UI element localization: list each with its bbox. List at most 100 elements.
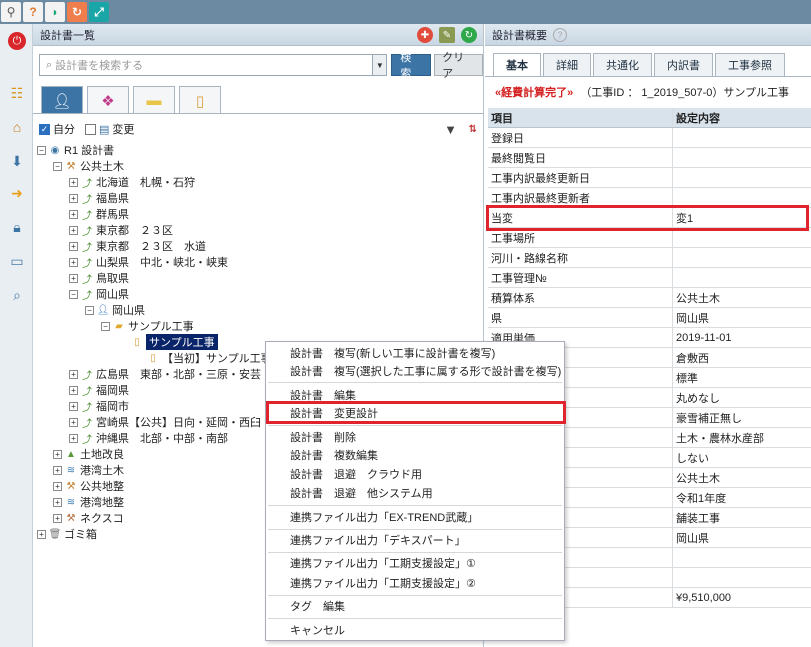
tree-node[interactable]: + ≋ 港湾土木 xyxy=(53,462,124,478)
grid-row[interactable]: 登録日 xyxy=(488,128,811,148)
grid-row[interactable]: 県岡山県 xyxy=(488,308,811,328)
grid-row[interactable]: 積算体系 公共土木 xyxy=(488,288,811,308)
expand-toggle[interactable]: + xyxy=(69,273,78,283)
expand-toggle[interactable]: + xyxy=(69,401,78,411)
tree-node[interactable]: − 👤︎ 岡山県 xyxy=(85,302,145,318)
tree-node[interactable]: + ⚒ 公共地整 xyxy=(53,478,124,494)
expand-toggle[interactable]: + xyxy=(53,465,62,475)
tab-reference[interactable]: 工事参照 xyxy=(715,53,785,76)
collapse-toggle[interactable]: − xyxy=(37,145,46,155)
tree-node[interactable]: + ⤴ 宮崎県【公共】日向・延岡・西臼 xyxy=(69,414,261,430)
grid-row[interactable]: 工事管理№ xyxy=(488,268,811,288)
tree-node[interactable]: + ⤴ 北海道 札幌・石狩 xyxy=(69,174,195,190)
expand-toggle[interactable]: + xyxy=(69,225,78,235)
tab-group[interactable]: ❖ xyxy=(87,86,129,114)
menu-item-tag-edit[interactable]: タグ 編集 xyxy=(290,597,345,615)
search-button[interactable]: 検索 xyxy=(391,52,432,80)
tree-node[interactable]: + ⚒ ネクスコ xyxy=(53,510,124,526)
grid-row[interactable]: 河川・路線名称 xyxy=(488,248,811,268)
expand-toggle[interactable]: + xyxy=(69,241,78,251)
tree-node[interactable]: + ▲ 土地改良 xyxy=(53,446,124,462)
expand-toggle[interactable]: + xyxy=(69,193,78,203)
download-icon[interactable]: ⬇ xyxy=(6,150,28,172)
collapse-toggle[interactable]: − xyxy=(101,321,110,331)
menu-item-export-schedule-2[interactable]: 連携ファイル出力「工期支援設定」② xyxy=(290,574,476,592)
tree-node[interactable]: + ⤴ 福岡市 xyxy=(69,398,129,414)
tree-node[interactable]: + ⤴ 群馬県 xyxy=(69,206,129,222)
grid-row[interactable]: 工事内訳最終更新日 xyxy=(488,168,811,188)
home-icon[interactable]: ⌂ xyxy=(6,116,28,138)
menu-item-export-schedule-1[interactable]: 連携ファイル出力「工期支援設定」① xyxy=(290,554,476,572)
tree-node[interactable]: + ⤴ 広島県 東部・北部・三原・安芸 xyxy=(69,366,261,382)
collapse-toggle[interactable]: − xyxy=(69,289,78,299)
tab-common[interactable]: 共通化 xyxy=(593,53,652,76)
resize-icon[interactable]: ⤢ xyxy=(89,2,109,22)
menu-item-export-dekispart[interactable]: 連携ファイル出力「デキスパート」 xyxy=(290,531,466,549)
tab-folder[interactable]: ▬ xyxy=(133,86,175,114)
sort-icon[interactable]: ⇅ xyxy=(469,124,477,135)
tree-node[interactable]: + ⤴ 沖縄県 北部・中部・南部 xyxy=(69,430,228,446)
expand-toggle[interactable]: + xyxy=(37,529,46,539)
search-dropdown-button[interactable]: ▼ xyxy=(373,54,388,76)
tree-node[interactable]: + ⤴ 東京都 ２３区 xyxy=(69,222,173,238)
menu-item-cancel[interactable]: キャンセル xyxy=(290,621,345,639)
expand-toggle[interactable]: + xyxy=(69,369,78,379)
expand-toggle[interactable]: + xyxy=(53,481,62,491)
tree-node[interactable]: + 🗑︎ ゴミ箱 xyxy=(37,526,97,542)
expand-toggle[interactable]: + xyxy=(69,385,78,395)
expand-toggle[interactable]: + xyxy=(69,257,78,267)
collapse-toggle[interactable]: − xyxy=(53,161,62,171)
tab-basic[interactable]: 基本 xyxy=(493,53,541,76)
search-zoom-icon[interactable]: ⌕ xyxy=(6,284,28,306)
menu-item-backup-cloud[interactable]: 設計書 退避 クラウド用 xyxy=(290,465,422,483)
monitor-icon[interactable]: ▭ xyxy=(6,250,28,272)
menu-item-multi-edit[interactable]: 設計書 複数編集 xyxy=(290,446,378,464)
edit-icon[interactable]: ✎ xyxy=(439,27,455,43)
tab-user[interactable]: 👤︎ xyxy=(41,86,83,114)
menu-item-copy-selected[interactable]: 設計書 複写(選択した工事に属する形で設計書を複写) xyxy=(290,362,561,380)
expand-toggle[interactable]: + xyxy=(69,177,78,187)
change-checkbox[interactable] xyxy=(85,123,96,135)
tab-document[interactable]: ▯ xyxy=(179,86,221,114)
clear-button[interactable]: クリア xyxy=(434,52,483,80)
tree-node[interactable]: + ⤴ 山梨県 中北・峡北・峡東 xyxy=(69,254,228,270)
tree-node[interactable]: + ⤴ 東京都 ２３区 水道 xyxy=(69,238,206,254)
lifebuoy-icon[interactable]: ✚ xyxy=(417,27,433,43)
tree-node[interactable]: + ⤴ 福島県 xyxy=(69,190,129,206)
own-checkbox[interactable]: ✓ xyxy=(39,123,50,135)
shield-icon[interactable]: ◗ xyxy=(45,2,65,22)
filter-icon[interactable]: ▼ xyxy=(444,122,457,137)
expand-toggle[interactable]: + xyxy=(69,417,78,427)
tree-node[interactable]: − ⚒ 公共土木 xyxy=(53,158,124,174)
tree-node[interactable]: ▯ 【当初】サンプル工事 xyxy=(147,350,271,366)
menu-item-delete[interactable]: 設計書 削除 xyxy=(290,428,356,446)
refresh-icon[interactable]: ↻ xyxy=(67,2,87,22)
expand-toggle[interactable]: + xyxy=(53,449,62,459)
expand-toggle[interactable]: + xyxy=(53,513,62,523)
tree-node[interactable]: − ▰ サンプル工事 xyxy=(101,318,194,334)
power-icon[interactable]: ⏻ xyxy=(6,30,28,52)
expand-toggle[interactable]: + xyxy=(53,497,62,507)
tree-node[interactable]: + ≋ 港湾地整 xyxy=(53,494,124,510)
tree-node[interactable]: − ◉ R1 設計書 xyxy=(37,142,114,158)
menu-item-export-extrend[interactable]: 連携ファイル出力「EX-TREND武蔵」 xyxy=(290,508,478,526)
arrow-right-icon[interactable]: ➜ xyxy=(6,182,28,204)
reload-icon[interactable]: ↻ xyxy=(461,27,477,43)
tree-node-selected[interactable]: ▯ サンプル工事 xyxy=(131,334,218,350)
tree-node[interactable]: + ⤴ 福岡県 xyxy=(69,382,129,398)
help-icon[interactable]: ? xyxy=(553,27,567,42)
grid-row[interactable]: 最終閲覧日 xyxy=(488,148,811,168)
tree-view-icon[interactable]: ☷ xyxy=(6,82,28,104)
lock-icon[interactable]: 🔒︎ xyxy=(6,216,28,238)
grid-row[interactable]: 工事場所 xyxy=(488,228,811,248)
tab-breakdown[interactable]: 内訳書 xyxy=(654,53,713,76)
search-input[interactable]: ⌕ 設計書を検索する xyxy=(39,54,374,76)
expand-toggle[interactable]: + xyxy=(69,209,78,219)
menu-item-copy-new[interactable]: 設計書 複写(新しい工事に設計書を複写) xyxy=(290,344,495,362)
collapse-toggle[interactable]: − xyxy=(85,305,94,315)
expand-toggle[interactable]: + xyxy=(69,433,78,443)
tree-node[interactable]: − ⤴ 岡山県 xyxy=(69,286,129,302)
tree-node[interactable]: + ⤴ 鳥取県 xyxy=(69,270,129,286)
tab-detail[interactable]: 詳細 xyxy=(543,53,591,76)
help-icon[interactable]: ? xyxy=(23,2,43,22)
